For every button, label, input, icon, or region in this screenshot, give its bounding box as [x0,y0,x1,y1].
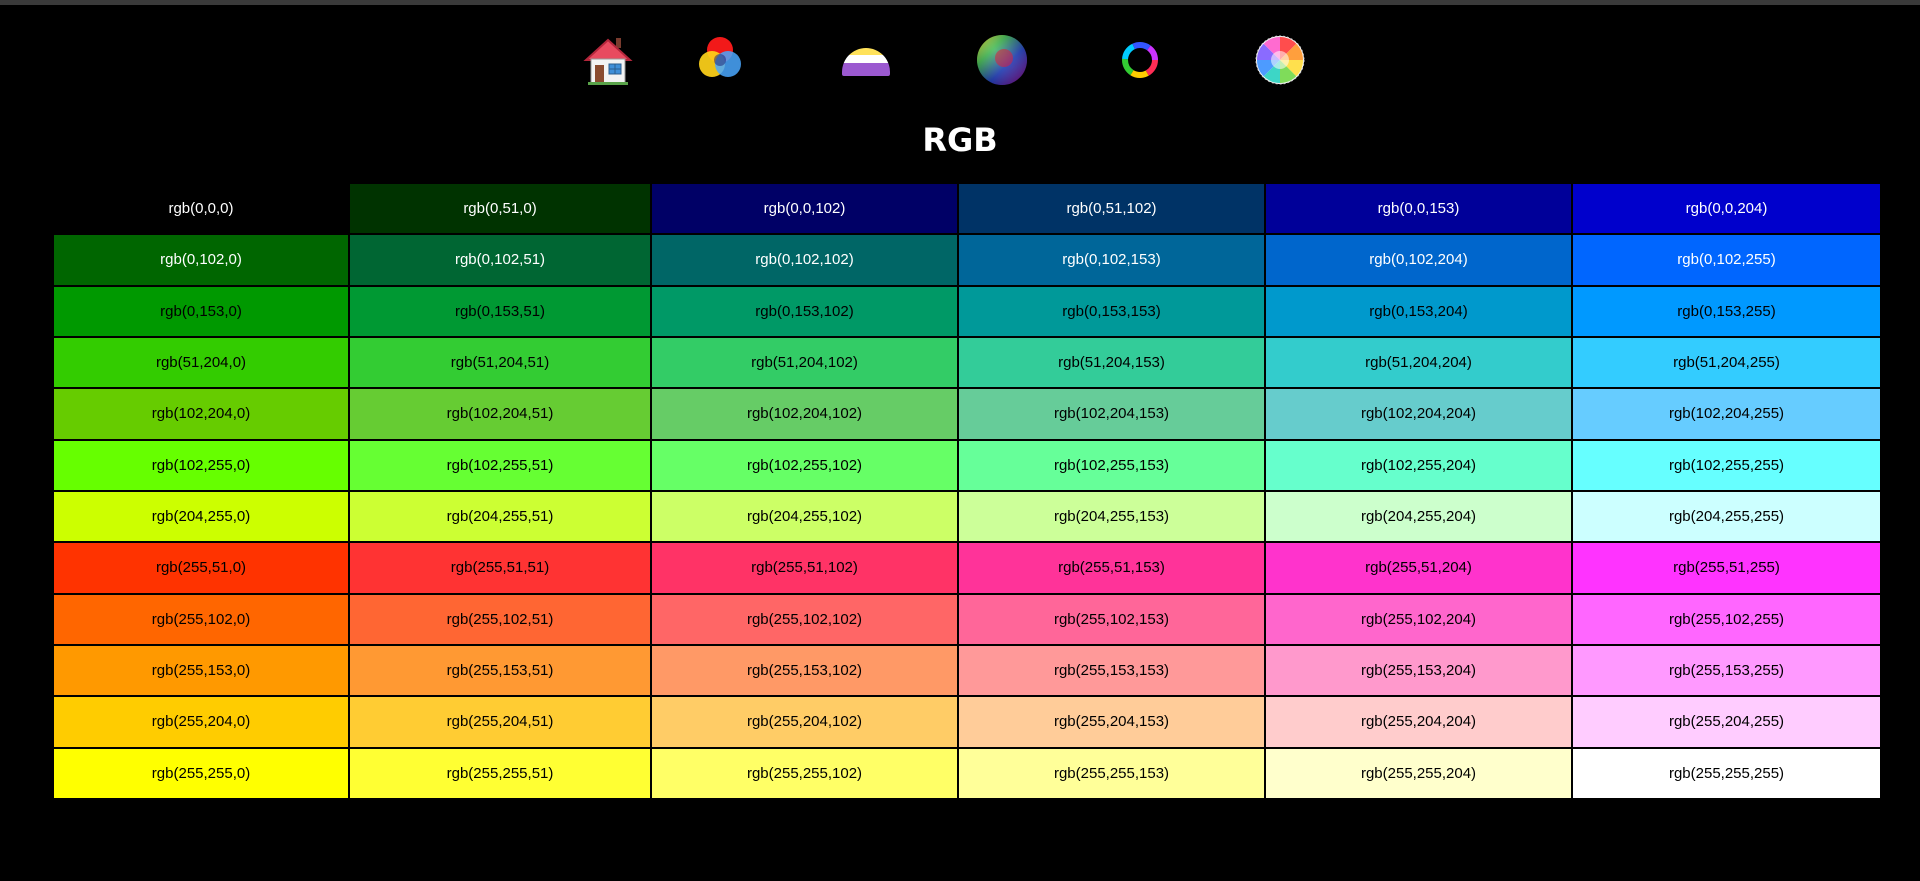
color-cell[interactable]: rgb(255,102,204) [1264,592,1573,646]
color-cell[interactable]: rgb(51,204,51) [348,335,652,390]
color-cell[interactable]: rgb(102,204,255) [1571,387,1882,441]
color-cell[interactable]: rgb(255,204,204) [1264,695,1573,749]
color-cell[interactable]: rgb(255,102,255) [1571,592,1882,646]
color-cell[interactable]: rgb(0,51,0) [348,181,652,236]
color-cell[interactable]: rgb(255,51,204) [1264,541,1573,595]
grid-row: rgb(0,0,0) rgb(0,51,0) rgb(0,0,102) rgb(0,5… [52,181,1882,236]
color-cell[interactable]: rgb(255,153,102) [650,643,959,698]
color-cell[interactable]: rgb(102,255,102) [650,438,959,492]
grid-row: rgb(51,204,0) rgb(51,204,51) rgb(51,204,10… [52,335,1882,390]
color-cell[interactable]: rgb(51,204,153) [957,335,1266,390]
color-cell[interactable]: rgb(0,51,102) [957,181,1266,236]
grid-row: rgb(255,102,0) rgb(255,102,51) rgb(255,102… [52,592,1882,646]
color-cell[interactable]: rgb(255,255,255) [1571,746,1882,801]
color-cell[interactable]: rgb(102,204,204) [1264,387,1573,441]
grid-row: rgb(255,51,0) rgb(255,51,51) rgb(255,51,10… [52,541,1882,595]
color-cell[interactable]: rgb(0,153,102) [650,284,959,338]
color-cell[interactable]: rgb(102,255,51) [348,438,652,492]
color-cell[interactable]: rgb(0,153,204) [1264,284,1573,338]
color-cell[interactable]: rgb(102,204,102) [650,387,959,441]
color-cell[interactable]: rgb(0,0,204) [1571,181,1882,236]
top-nav [0,32,1920,92]
color-cell[interactable]: rgb(255,51,0) [52,541,350,595]
color-cell[interactable]: rgb(255,204,51) [348,695,652,749]
color-cell[interactable]: rgb(255,204,153) [957,695,1266,749]
color-cell[interactable]: rgb(255,255,102) [650,746,959,801]
color-sphere-icon[interactable] [974,32,1030,88]
color-cell[interactable]: rgb(255,102,0) [52,592,350,646]
color-cell[interactable]: rgb(102,255,204) [1264,438,1573,492]
color-cell[interactable]: rgb(102,204,51) [348,387,652,441]
color-cell[interactable]: rgb(0,102,153) [957,233,1266,287]
striped-semicircle-icon[interactable] [838,32,894,88]
color-cell[interactable]: rgb(255,102,153) [957,592,1266,646]
grid-row: rgb(255,204,0) rgb(255,204,51) rgb(255,204… [52,695,1882,749]
color-cell[interactable]: rgb(102,255,255) [1571,438,1882,492]
grid-row: rgb(102,255,0) rgb(102,255,51) rgb(102,255… [52,438,1882,492]
color-cell[interactable]: rgb(255,153,51) [348,643,652,698]
color-cell[interactable]: rgb(204,255,51) [348,489,652,544]
color-wheel-icon[interactable] [1252,32,1308,88]
color-cell[interactable]: rgb(255,204,0) [52,695,350,749]
color-cell[interactable]: rgb(255,204,255) [1571,695,1882,749]
grid-row: rgb(0,102,0) rgb(0,102,51) rgb(0,102,102) r… [52,233,1882,287]
color-ring-icon[interactable] [1112,32,1168,88]
color-cell[interactable]: rgb(51,204,204) [1264,335,1573,390]
color-cell[interactable]: rgb(0,153,51) [348,284,652,338]
color-cell[interactable]: rgb(255,255,204) [1264,746,1573,801]
color-cell[interactable]: rgb(255,51,51) [348,541,652,595]
color-cell[interactable]: rgb(51,204,0) [52,335,350,390]
color-cell[interactable]: rgb(255,153,204) [1264,643,1573,698]
color-cell[interactable]: rgb(0,102,51) [348,233,652,287]
window-top-border [0,0,1920,5]
color-cell[interactable]: rgb(204,255,204) [1264,489,1573,544]
color-cell[interactable]: rgb(255,51,255) [1571,541,1882,595]
color-cell[interactable]: rgb(0,102,102) [650,233,959,287]
color-cell[interactable]: rgb(0,102,204) [1264,233,1573,287]
grid-row: rgb(255,153,0) rgb(255,153,51) rgb(255,153… [52,643,1882,698]
grid-row: rgb(204,255,0) rgb(204,255,51) rgb(204,255… [52,489,1882,544]
color-cell[interactable]: rgb(0,153,153) [957,284,1266,338]
color-cell[interactable]: rgb(51,204,255) [1571,335,1882,390]
grid-row: rgb(0,153,0) rgb(0,153,51) rgb(0,153,102) r… [52,284,1882,338]
color-cell[interactable]: rgb(204,255,102) [650,489,959,544]
color-cell[interactable]: rgb(0,0,0) [52,181,350,236]
color-cell[interactable]: rgb(0,153,0) [52,284,350,338]
color-cell[interactable]: rgb(255,51,102) [650,541,959,595]
color-cell[interactable]: rgb(255,153,153) [957,643,1266,698]
color-cell[interactable]: rgb(204,255,255) [1571,489,1882,544]
grid-row: rgb(102,204,0) rgb(102,204,51) rgb(102,204… [52,387,1882,441]
color-cell[interactable]: rgb(102,255,153) [957,438,1266,492]
color-cell[interactable]: rgb(0,102,0) [52,233,350,287]
color-cell[interactable]: rgb(204,255,153) [957,489,1266,544]
color-cell[interactable]: rgb(255,102,51) [348,592,652,646]
color-cell[interactable]: rgb(0,153,255) [1571,284,1882,338]
color-cell[interactable]: rgb(255,102,102) [650,592,959,646]
color-cell[interactable]: rgb(255,255,153) [957,746,1266,801]
page-title: RGB [922,121,998,159]
home-icon[interactable] [580,32,636,88]
rgb-circles-icon[interactable] [692,32,748,88]
color-cell[interactable]: rgb(102,204,0) [52,387,350,441]
color-cell[interactable]: rgb(255,51,153) [957,541,1266,595]
rgb-color-grid: rgb(0,0,0) rgb(0,51,0) rgb(0,0,102) rgb(0,5… [52,181,1882,801]
color-cell[interactable]: rgb(255,255,51) [348,746,652,801]
color-cell[interactable]: rgb(0,102,255) [1571,233,1882,287]
color-cell[interactable]: rgb(0,0,153) [1264,181,1573,236]
color-cell[interactable]: rgb(102,204,153) [957,387,1266,441]
color-cell[interactable]: rgb(255,204,102) [650,695,959,749]
color-cell[interactable]: rgb(51,204,102) [650,335,959,390]
color-cell[interactable]: rgb(204,255,0) [52,489,350,544]
color-cell[interactable]: rgb(255,255,0) [52,746,350,801]
color-cell[interactable]: rgb(102,255,0) [52,438,350,492]
color-cell[interactable]: rgb(255,153,255) [1571,643,1882,698]
color-cell[interactable]: rgb(0,0,102) [650,181,959,236]
grid-row: rgb(255,255,0) rgb(255,255,51) rgb(255,255… [52,746,1882,801]
color-cell[interactable]: rgb(255,153,0) [52,643,350,698]
